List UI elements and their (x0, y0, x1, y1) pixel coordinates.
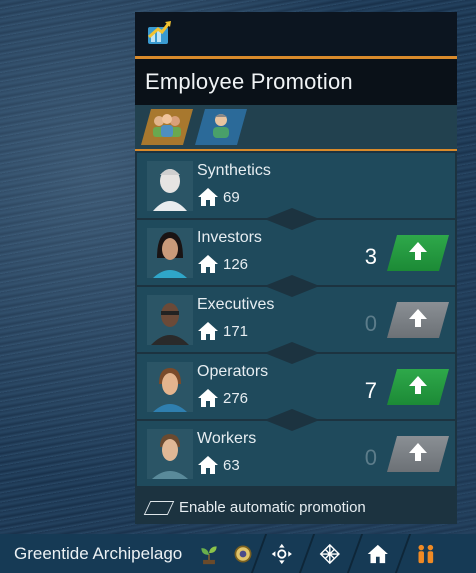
population-row-investors: Investors 126 3 (137, 220, 455, 285)
population-count-value: 126 (223, 255, 249, 273)
arrow-up-icon (407, 441, 429, 468)
promotion-amount: 3 (364, 244, 377, 269)
house-icon (197, 388, 219, 408)
population-count: 63 (197, 455, 240, 475)
auto-promotion-checkbox[interactable] (143, 500, 175, 515)
title-bar: Employee Promotion (135, 59, 457, 105)
gear-icon[interactable] (230, 541, 256, 567)
arrow-up-icon (407, 374, 429, 401)
arrow-up-icon (407, 307, 429, 334)
executive-portrait-icon (147, 295, 193, 345)
house-icon (197, 321, 219, 341)
single-worker-icon (204, 110, 238, 145)
sprout-icon[interactable] (196, 541, 222, 567)
population-count-value: 63 (223, 456, 240, 474)
auto-promotion-label: Enable automatic promotion (179, 499, 366, 516)
promotion-chart-icon (145, 19, 173, 47)
promote-investors-button[interactable] (387, 235, 449, 271)
promotion-amount: 0 (364, 311, 377, 336)
population-name: Workers (197, 430, 257, 447)
workers-group-icon (150, 110, 184, 145)
population-count-value: 171 (223, 322, 249, 340)
employee-promotion-panel: Employee Promotion Synthetics 69 Investo… (135, 12, 457, 524)
operator-portrait-icon (147, 362, 193, 412)
population-count: 69 (197, 187, 240, 207)
population-row-executives: Executives 171 0 (137, 287, 455, 352)
promote-workers-button[interactable] (387, 436, 449, 472)
population-name: Executives (197, 296, 275, 313)
population-count: 171 (197, 321, 248, 341)
population-list: Synthetics 69 Investors 126 3 Executives… (135, 151, 457, 486)
promote-executives-button[interactable] (387, 302, 449, 338)
population-count-value: 276 (223, 389, 249, 407)
population-icon (415, 543, 437, 565)
arrow-up-icon (407, 240, 429, 267)
tab-single-promotion[interactable] (195, 109, 247, 145)
house-icon (198, 456, 218, 474)
region-name[interactable]: Greentide Archipelago (0, 544, 196, 564)
promote-operators-button[interactable] (387, 369, 449, 405)
tab-strip (135, 105, 457, 151)
house-icon (197, 187, 219, 207)
population-name: Operators (197, 363, 269, 380)
panel-header (135, 12, 457, 56)
population-name: Synthetics (197, 162, 271, 179)
move-icon (271, 543, 293, 565)
promotion-amount: 7 (364, 378, 377, 403)
house-icon (197, 254, 219, 274)
home-icon (367, 543, 389, 565)
population-count: 126 (197, 254, 248, 274)
population-count: 276 (197, 388, 248, 408)
investor-portrait-icon (147, 228, 193, 278)
population-name: Investors (197, 229, 262, 246)
population-count-value: 69 (223, 188, 240, 206)
panel-title: Employee Promotion (145, 69, 353, 94)
population-row-synthetics: Synthetics 69 (137, 153, 455, 218)
grid-icon (319, 543, 341, 565)
worker-portrait-icon (147, 429, 193, 479)
population-row-operators: Operators 276 7 (137, 354, 455, 419)
bottom-bar: Greentide Archipelago (0, 534, 476, 573)
tab-group-promotion[interactable] (141, 109, 193, 145)
auto-promotion-toggle[interactable]: Enable automatic promotion (143, 499, 366, 516)
synthetic-portrait-icon (147, 161, 193, 211)
population-row-workers: Workers 63 0 (137, 421, 455, 486)
promotion-amount: 0 (364, 445, 377, 470)
